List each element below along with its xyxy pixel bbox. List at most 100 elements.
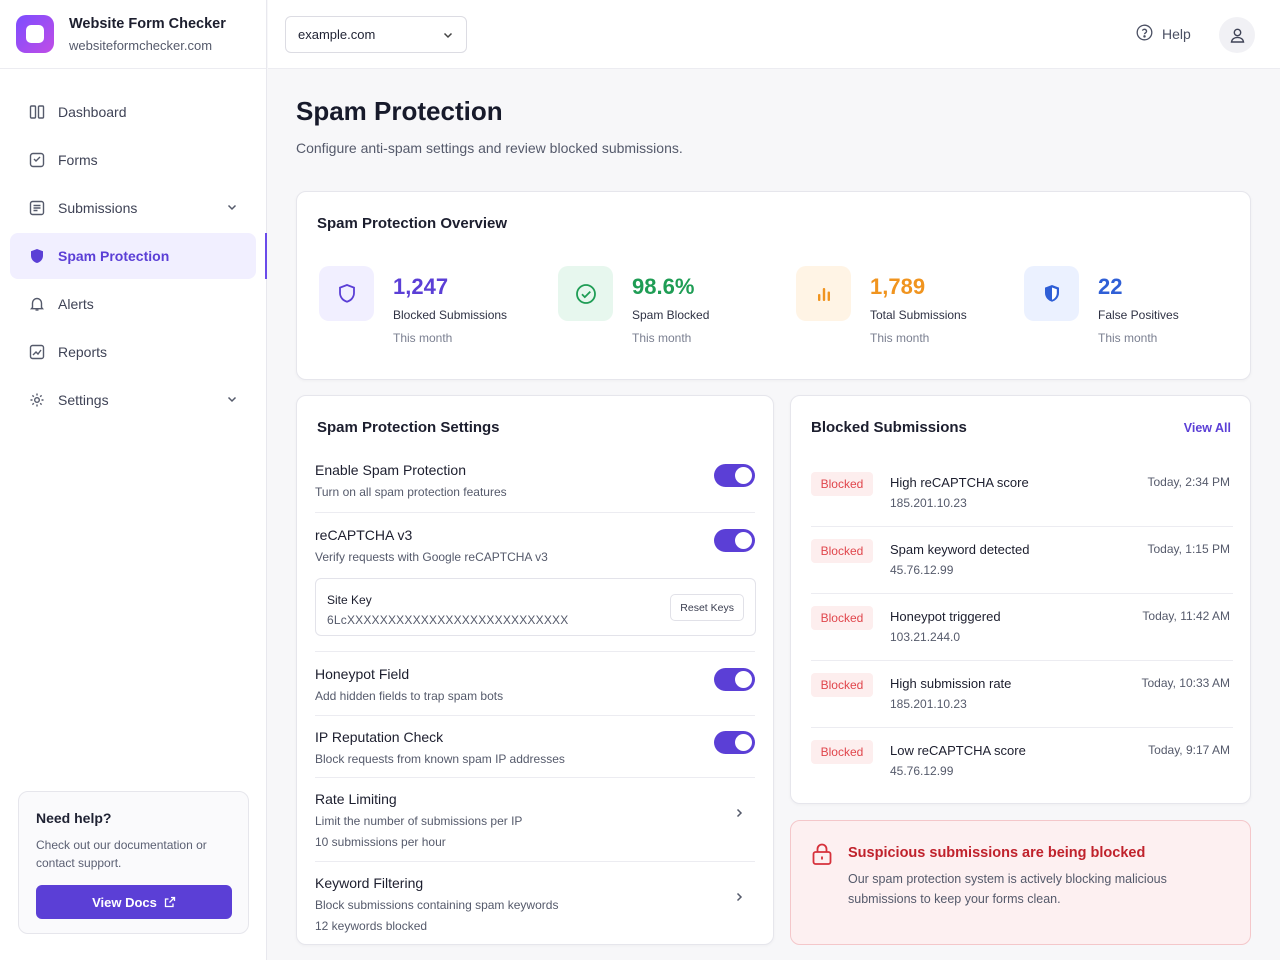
setting-rate-limiting[interactable]: Rate Limiting Limit the number of submis… bbox=[315, 791, 755, 849]
stat-total: 1,789 Total Submissions This month bbox=[796, 266, 967, 345]
bell-icon bbox=[28, 295, 46, 313]
chevron-down-icon bbox=[442, 29, 454, 44]
shield-half-icon bbox=[1024, 266, 1079, 321]
sidebar-item-label: Spam Protection bbox=[58, 248, 170, 264]
stat-value: 98.6% bbox=[632, 274, 695, 299]
sidebar-item-settings[interactable]: Settings bbox=[10, 377, 256, 423]
help-link[interactable]: Help bbox=[1136, 24, 1191, 44]
sidebar-item-label: Reports bbox=[58, 344, 108, 360]
setting-title: IP Reputation Check bbox=[315, 729, 444, 745]
setting-title: Honeypot Field bbox=[315, 666, 410, 682]
table-row[interactable]: Blocked Spam keyword detected 45.76.12.9… bbox=[811, 527, 1233, 594]
enable-spam-protection-toggle[interactable] bbox=[714, 464, 755, 487]
bar-chart-icon bbox=[796, 266, 851, 321]
setting-desc: Turn on all spam protection features bbox=[315, 485, 507, 499]
setting-desc: Verify requests with Google reCAPTCHA v3 bbox=[315, 550, 548, 564]
sidebar-nav: Dashboard Forms Submissions Spam Protect… bbox=[0, 69, 267, 423]
status-badge: Blocked bbox=[811, 472, 873, 496]
setting-title: Rate Limiting bbox=[315, 791, 397, 807]
blocked-submissions-card: Blocked Submissions View All Blocked Hig… bbox=[790, 395, 1251, 804]
brand[interactable]: Website Form Checker websiteformchecker.… bbox=[0, 0, 266, 69]
list-icon bbox=[28, 199, 46, 217]
user-icon bbox=[1229, 27, 1246, 44]
table-row[interactable]: Blocked High reCAPTCHA score 185.201.10.… bbox=[811, 460, 1233, 527]
block-reason: Low reCAPTCHA score bbox=[890, 743, 1026, 758]
setting-value: 12 keywords blocked bbox=[315, 919, 428, 933]
sidebar-item-dashboard[interactable]: Dashboard bbox=[10, 89, 256, 135]
recaptcha-toggle[interactable] bbox=[714, 529, 755, 552]
sidebar-item-reports[interactable]: Reports bbox=[10, 329, 256, 375]
app-logo bbox=[16, 15, 54, 53]
check-circle-icon bbox=[558, 266, 613, 321]
stat-label: Spam Blocked bbox=[632, 308, 710, 322]
table-row[interactable]: Blocked High submission rate 185.201.10.… bbox=[811, 661, 1233, 728]
block-reason: High reCAPTCHA score bbox=[890, 475, 1029, 490]
stat-value: 1,247 bbox=[393, 274, 449, 299]
stat-period: This month bbox=[393, 331, 453, 345]
setting-desc: Block submissions containing spam keywor… bbox=[315, 898, 559, 912]
stat-period: This month bbox=[632, 331, 692, 345]
setting-keyword-filtering[interactable]: Keyword Filtering Block submissions cont… bbox=[315, 875, 755, 933]
honeypot-toggle[interactable] bbox=[714, 668, 755, 691]
sidebar-item-label: Dashboard bbox=[58, 104, 127, 120]
gear-icon bbox=[28, 391, 46, 409]
status-badge: Blocked bbox=[811, 606, 873, 630]
help-circle-icon bbox=[1136, 24, 1153, 44]
setting-desc: Block requests from known spam IP addres… bbox=[315, 752, 565, 766]
setting-recaptcha: reCAPTCHA v3 Verify requests with Google… bbox=[315, 527, 755, 564]
overview-title: Spam Protection Overview bbox=[317, 215, 508, 232]
block-time: Today, 1:15 PM bbox=[1147, 542, 1231, 556]
sidebar-item-label: Forms bbox=[58, 152, 98, 168]
setting-enable-spam-protection: Enable Spam Protection Turn on all spam … bbox=[315, 462, 755, 499]
view-docs-label: View Docs bbox=[92, 894, 157, 910]
stat-period: This month bbox=[1098, 331, 1158, 345]
chevron-right-icon bbox=[733, 806, 745, 824]
suspicious-alert: Suspicious submissions are being blocked… bbox=[790, 820, 1251, 945]
sidebar-item-forms[interactable]: Forms bbox=[10, 137, 256, 183]
chevron-down-icon bbox=[226, 200, 238, 216]
stat-false-positives: 22 False Positives This month bbox=[1024, 266, 1179, 345]
help-label: Help bbox=[1162, 26, 1191, 42]
settings-card: Spam Protection Settings Enable Spam Pro… bbox=[296, 395, 774, 945]
table-row[interactable]: Blocked Honeypot triggered 103.21.244.0 … bbox=[811, 594, 1233, 661]
block-time: Today, 2:34 PM bbox=[1147, 475, 1231, 489]
external-link-icon bbox=[164, 896, 176, 908]
block-ip: 185.201.10.23 bbox=[890, 496, 967, 510]
alert-title: Suspicious submissions are being blocked bbox=[848, 845, 1146, 861]
site-key-value: 6LcXXXXXXXXXXXXXXXXXXXXXXXXXXX bbox=[327, 613, 569, 627]
setting-honeypot: Honeypot Field Add hidden fields to trap… bbox=[315, 666, 755, 703]
site-key-box: Site Key 6LcXXXXXXXXXXXXXXXXXXXXXXXXXXX … bbox=[315, 578, 756, 636]
block-time: Today, 11:42 AM bbox=[1142, 609, 1230, 623]
view-docs-button[interactable]: View Docs bbox=[36, 885, 232, 919]
stat-period: This month bbox=[870, 331, 930, 345]
columns-icon bbox=[28, 103, 46, 121]
ip-reputation-toggle[interactable] bbox=[714, 731, 755, 754]
view-all-link[interactable]: View All bbox=[1184, 421, 1231, 435]
setting-title: reCAPTCHA v3 bbox=[315, 527, 413, 543]
block-ip: 103.21.244.0 bbox=[890, 630, 961, 644]
help-title: Need help? bbox=[36, 810, 112, 826]
page-title: Spam Protection bbox=[296, 96, 503, 126]
site-selector[interactable]: example.com bbox=[285, 16, 467, 53]
help-card: Need help? Check out our documentation o… bbox=[18, 791, 249, 934]
sidebar-item-spam-protection[interactable]: Spam Protection bbox=[10, 233, 267, 279]
status-badge: Blocked bbox=[811, 740, 873, 764]
setting-title: Keyword Filtering bbox=[315, 875, 424, 891]
page-subtitle: Configure anti-spam settings and review … bbox=[296, 140, 683, 156]
stat-value: 1,789 bbox=[870, 274, 926, 299]
site-key-label: Site Key bbox=[327, 593, 372, 607]
reset-keys-button[interactable]: Reset Keys bbox=[670, 594, 744, 621]
form-icon bbox=[28, 151, 46, 169]
avatar[interactable] bbox=[1219, 17, 1255, 53]
table-row[interactable]: Blocked Low reCAPTCHA score 45.76.12.99 … bbox=[811, 728, 1233, 795]
help-text: Check out our documentation or contact s… bbox=[36, 838, 207, 870]
block-ip: 45.76.12.99 bbox=[890, 764, 954, 778]
lock-icon bbox=[811, 842, 833, 871]
shield-icon bbox=[319, 266, 374, 321]
stat-label: False Positives bbox=[1098, 308, 1179, 322]
settings-title: Spam Protection Settings bbox=[317, 419, 500, 436]
sidebar-item-label: Settings bbox=[58, 392, 109, 408]
sidebar-item-submissions[interactable]: Submissions bbox=[10, 185, 256, 231]
stat-label: Total Submissions bbox=[870, 308, 967, 322]
sidebar-item-alerts[interactable]: Alerts bbox=[10, 281, 256, 327]
